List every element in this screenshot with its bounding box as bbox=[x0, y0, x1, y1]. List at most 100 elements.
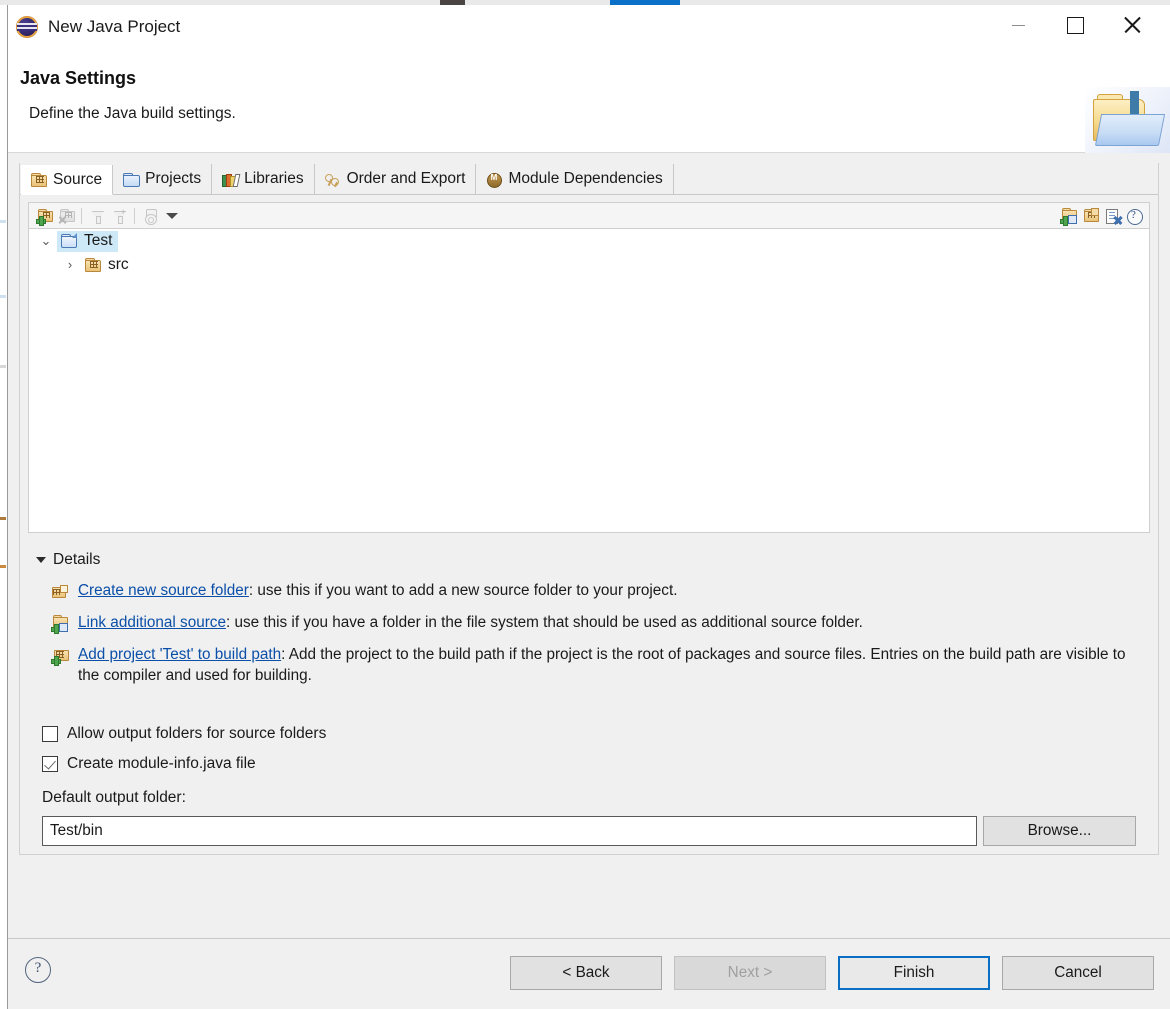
tab-source-label: Source bbox=[53, 170, 103, 188]
tab-order-and-export-label: Order and Export bbox=[346, 170, 466, 187]
create-module-info-checkbox[interactable] bbox=[42, 756, 58, 772]
link-additional-source-link[interactable]: Link additional source bbox=[78, 614, 226, 631]
detail-line-add-project-to-build-path: Add project 'Test' to build path: Add th… bbox=[30, 633, 1148, 686]
create-new-source-folder-icon bbox=[52, 584, 69, 600]
back-button[interactable]: < Back bbox=[510, 956, 662, 990]
wizard-header: Java Settings Define the Java build sett… bbox=[8, 49, 1170, 153]
browse-button[interactable]: Browse... bbox=[983, 816, 1136, 846]
remove-source-folder-button bbox=[55, 206, 77, 226]
tree-node-src[interactable]: › src bbox=[29, 253, 1149, 277]
maximize-icon bbox=[1066, 16, 1084, 34]
create-new-source-folder-button[interactable] bbox=[1057, 206, 1079, 226]
page-title: Java Settings bbox=[20, 68, 137, 88]
link-additional-source-button[interactable] bbox=[1079, 206, 1101, 226]
link-additional-source-icon bbox=[51, 614, 69, 634]
tab-libraries-label: Libraries bbox=[244, 170, 304, 187]
module-dependencies-icon: M bbox=[485, 172, 503, 188]
tree-toolbar: + ? bbox=[28, 202, 1150, 228]
toolbar-separator bbox=[134, 207, 135, 224]
tree-node-project-label: Test bbox=[84, 231, 113, 249]
details-header[interactable]: Details bbox=[30, 551, 1148, 569]
detail-text: Link additional source: use this if you … bbox=[78, 613, 1148, 633]
default-output-folder-input[interactable] bbox=[42, 816, 977, 846]
help-icon: ? bbox=[1126, 208, 1143, 225]
options-section: Allow output folders for source folders … bbox=[28, 686, 1150, 779]
create-new-source-folder-link[interactable]: Create new source folder bbox=[78, 582, 249, 599]
configure-output-icon bbox=[142, 208, 159, 225]
next-button: Next > bbox=[674, 956, 826, 990]
tab-projects[interactable]: Projects bbox=[113, 164, 213, 194]
create-module-info-label: Create module-info.java file bbox=[67, 755, 256, 772]
remove-entry-icon bbox=[1104, 208, 1121, 224]
projects-folder-icon bbox=[122, 172, 141, 187]
help-button[interactable]: ? bbox=[25, 957, 51, 983]
allow-output-folders-label: Allow output folders for source folders bbox=[67, 725, 327, 742]
details-expand-triangle-icon bbox=[36, 556, 46, 563]
new-java-project-dialog: New Java Project Java Settings Define th… bbox=[8, 5, 1170, 1009]
libraries-books-icon bbox=[221, 172, 241, 187]
detail-line-link-additional-source: Link additional source: use this if you … bbox=[30, 601, 1148, 634]
background-window-left-sliver bbox=[0, 5, 8, 1009]
detail-text: Create new source folder: use this if yo… bbox=[78, 581, 1148, 601]
details-section: Details Create new source folder: use th… bbox=[28, 533, 1150, 686]
tab-order-and-export[interactable]: Order and Export bbox=[315, 164, 477, 194]
project-folder-icon bbox=[60, 233, 77, 248]
tree-node-src-label: src bbox=[108, 255, 129, 273]
configure-output-button bbox=[139, 206, 161, 226]
create-module-info-checkbox-row[interactable]: Create module-info.java file bbox=[42, 749, 1150, 779]
source-folders-tree[interactable]: ⌄ Test › src bbox=[28, 228, 1150, 533]
filter-inclusion-icon bbox=[89, 208, 106, 224]
build-path-tabfolder: Source Projects Libraries Order and Expo… bbox=[19, 163, 1159, 855]
expand-chevron-icon[interactable]: ⌄ bbox=[35, 229, 57, 253]
wizard-body: Source Projects Libraries Order and Expo… bbox=[8, 153, 1170, 938]
close-icon bbox=[1122, 15, 1142, 35]
exclusion-filter-button: + bbox=[108, 206, 130, 226]
toolbar-dropdown-caret-icon bbox=[166, 212, 178, 219]
minimize-button[interactable] bbox=[995, 5, 1041, 45]
detail-text: Add project 'Test' to build path: Add th… bbox=[78, 645, 1148, 686]
close-button[interactable] bbox=[1109, 5, 1155, 45]
maximize-button[interactable] bbox=[1052, 5, 1098, 45]
source-folder-icon bbox=[30, 172, 47, 187]
page-subtitle: Define the Java build settings. bbox=[29, 105, 236, 122]
dialog-footer: ? < Back Next > Finish Cancel bbox=[8, 938, 1170, 1009]
details-header-label: Details bbox=[53, 550, 101, 568]
cancel-button[interactable]: Cancel bbox=[1002, 956, 1154, 990]
remove-entry-button[interactable] bbox=[1101, 206, 1123, 226]
tab-strip: Source Projects Libraries Order and Expo… bbox=[20, 163, 1158, 195]
detail-description: : use this if you want to add a new sour… bbox=[248, 581, 678, 599]
remove-source-folder-icon bbox=[58, 208, 75, 224]
allow-output-folders-checkbox-row[interactable]: Allow output folders for source folders bbox=[42, 719, 1150, 749]
eclipse-icon bbox=[16, 16, 38, 38]
window-title: New Java Project bbox=[48, 17, 181, 36]
dialog-button-bar: < Back Next > Finish Cancel bbox=[510, 956, 1154, 990]
detail-line-create-source-folder: Create new source folder: use this if yo… bbox=[30, 569, 1148, 601]
toolbar-separator bbox=[81, 207, 82, 224]
tab-module-dependencies-label: Module Dependencies bbox=[508, 170, 663, 187]
tree-node-project[interactable]: ⌄ Test bbox=[29, 229, 1149, 253]
order-export-icon bbox=[324, 172, 341, 187]
tree-help-button[interactable]: ? bbox=[1123, 206, 1145, 226]
detail-description: : use this if you have a folder in the f… bbox=[225, 613, 863, 631]
inclusion-filter-button bbox=[86, 206, 108, 226]
tab-module-dependencies[interactable]: M Module Dependencies bbox=[476, 164, 674, 194]
finish-button[interactable]: Finish bbox=[838, 956, 990, 990]
create-new-source-folder-icon bbox=[1059, 207, 1077, 226]
java-project-folder-icon bbox=[1085, 87, 1170, 153]
add-source-folder-icon bbox=[35, 208, 53, 226]
minimize-icon bbox=[1011, 24, 1025, 26]
title-bar: New Java Project bbox=[8, 5, 1170, 49]
add-project-to-build-path-link[interactable]: Add project 'Test' to build path bbox=[78, 646, 281, 663]
add-source-folder-button[interactable] bbox=[33, 206, 55, 226]
tab-source[interactable]: Source bbox=[21, 165, 114, 195]
filter-exclusion-icon: + bbox=[111, 207, 128, 224]
source-folder-icon bbox=[84, 257, 101, 272]
toolbar-dropdown-button[interactable] bbox=[161, 206, 183, 226]
allow-output-folders-checkbox[interactable] bbox=[42, 726, 58, 742]
default-output-folder-row: Browse... bbox=[28, 807, 1150, 846]
add-project-to-build-path-icon bbox=[51, 648, 69, 667]
tab-libraries[interactable]: Libraries bbox=[212, 164, 315, 194]
link-additional-source-icon bbox=[1082, 207, 1099, 224]
collapse-chevron-icon[interactable]: › bbox=[59, 253, 81, 277]
source-tab-page: + ? ⌄ Test › src Details Create new sour… bbox=[20, 195, 1158, 854]
